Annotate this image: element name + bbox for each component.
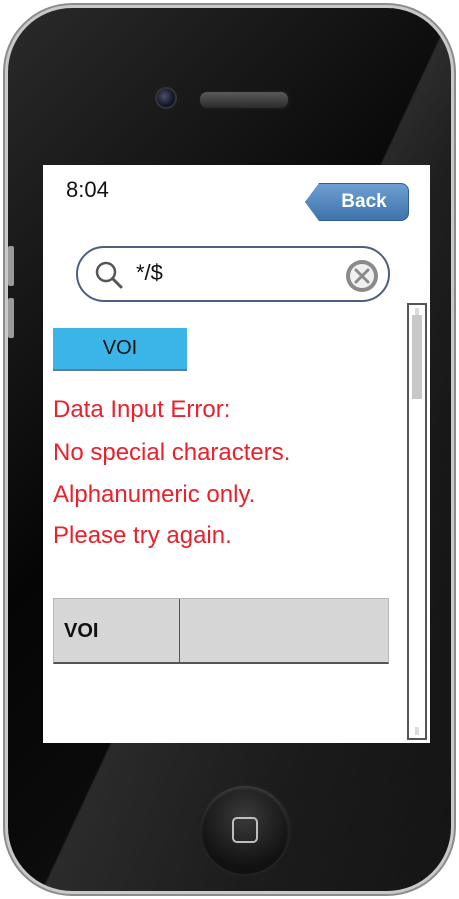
front-camera [155,87,177,109]
home-button[interactable] [201,786,289,874]
scrollbar[interactable] [407,303,427,740]
back-button[interactable]: Back [305,183,409,221]
volume-button [8,246,14,286]
volume-button [8,298,14,338]
search-input[interactable]: */$ [136,260,163,286]
scroll-thumb[interactable] [412,315,422,399]
clear-icon[interactable] [344,258,380,294]
scroll-down-arrow[interactable] [415,727,419,735]
error-line-1: Data Input Error: [53,396,231,423]
error-line-3: Alphanumeric only. [53,481,256,508]
table-header-cell[interactable]: VOI [54,599,180,663]
status-time: 8:04 [66,177,109,202]
results-table: VOI [53,598,389,664]
voi-tag[interactable]: VOI [53,328,187,371]
error-line-4: Please try again. [53,522,232,549]
home-button-icon [232,817,258,843]
error-line-2: No special characters. [53,439,291,466]
screen: 8:04 Back */$ VOI Data Input Error: No s… [43,165,430,743]
search-icon [95,261,123,289]
earpiece-speaker [198,90,290,110]
search-bar[interactable]: */$ [76,246,390,302]
